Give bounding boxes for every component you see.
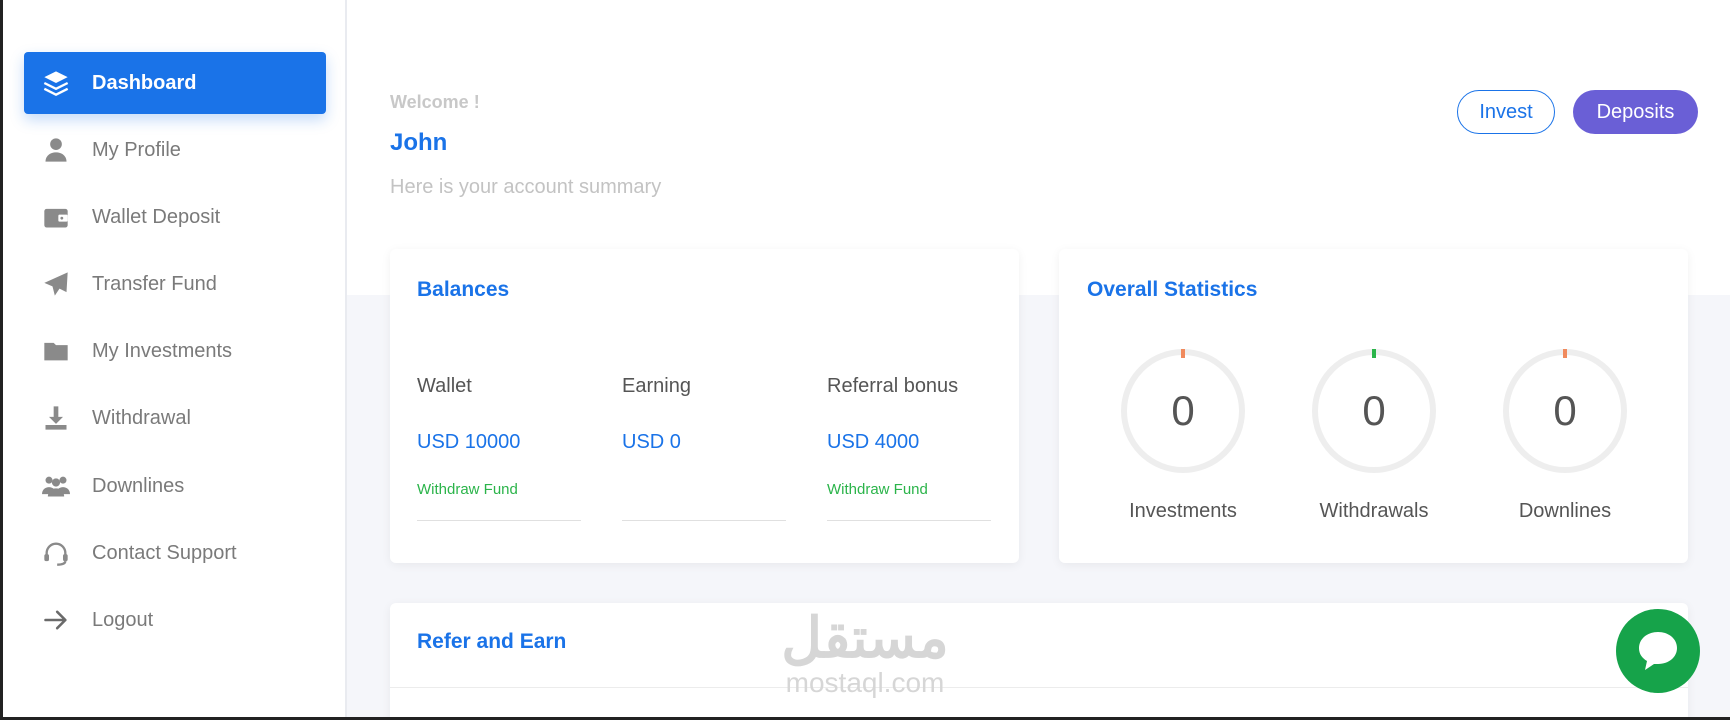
watermark-latin: mostaql.com: [785, 667, 945, 698]
divider: [417, 520, 581, 521]
withdraw-fund-link[interactable]: Withdraw Fund: [417, 481, 581, 499]
watermark-arabic: مستقل: [781, 606, 949, 669]
stat-withdrawals: 0 Withdrawals: [1289, 346, 1459, 523]
sidebar-item-label: Contact Support: [92, 541, 237, 564]
stat-label: Investments: [1129, 500, 1237, 522]
sidebar-item-contact-support[interactable]: Contact Support: [24, 522, 326, 584]
balance-wallet: Wallet USD 10000 Withdraw Fund: [417, 375, 581, 521]
sidebar-item-label: Withdrawal: [92, 406, 191, 429]
sidebar-item-downlines[interactable]: Downlines: [24, 455, 326, 517]
sidebar-item-label: Logout: [92, 608, 154, 631]
stat-label: Withdrawals: [1319, 500, 1429, 522]
sidebar: Dashboard My Profile Wallet Deposit Tran…: [3, 0, 347, 717]
sidebar-item-label: Downlines: [92, 474, 185, 497]
username: John: [390, 129, 448, 156]
sidebar-item-wallet-deposit[interactable]: Wallet Deposit: [24, 186, 326, 248]
account-summary-text: Here is your account summary: [390, 176, 662, 198]
balance-value: USD 10000: [417, 431, 521, 453]
stat-value: 0: [1553, 387, 1576, 434]
sidebar-item-label: Transfer Fund: [92, 272, 217, 295]
balances-title: Balances: [417, 278, 510, 301]
sidebar-item-my-profile[interactable]: My Profile: [24, 119, 326, 181]
stat-ring: 0: [1503, 349, 1627, 473]
divider: [827, 520, 991, 521]
sidebar-item-label: My Profile: [92, 138, 181, 161]
stat-label: Downlines: [1518, 500, 1612, 522]
stat-value: 0: [1171, 387, 1194, 434]
chat-bubble-icon: [1639, 632, 1677, 670]
stat-ring: 0: [1121, 349, 1245, 473]
divider: [622, 520, 786, 521]
stat-marker: [1563, 349, 1567, 358]
stat-value: 0: [1362, 387, 1385, 434]
watermark-logo: مستقل mostaql.com: [765, 608, 965, 698]
folder-icon: [40, 335, 72, 367]
balance-label: Wallet: [417, 375, 472, 397]
sidebar-item-transfer-fund[interactable]: Transfer Fund: [24, 253, 326, 315]
sidebar-item-withdrawal[interactable]: Withdrawal: [24, 387, 326, 449]
stat-ring: 0: [1312, 349, 1436, 473]
divider: [390, 687, 1688, 688]
refer-and-earn-card: [390, 603, 1688, 720]
paper-plane-icon: [40, 268, 72, 300]
sidebar-item-label: My Investments: [92, 339, 233, 362]
sidebar-item-label: Wallet Deposit: [92, 205, 221, 228]
wallet-icon: [40, 201, 72, 233]
sidebar-item-dashboard[interactable]: Dashboard: [24, 52, 326, 114]
balance-value: USD 4000: [827, 431, 920, 453]
refer-and-earn-title: Refer and Earn: [417, 630, 567, 653]
withdraw-fund-link: [622, 481, 786, 499]
chat-button[interactable]: [1616, 609, 1700, 693]
balance-referral-bonus: Referral bonus USD 4000 Withdraw Fund: [827, 375, 991, 521]
invest-button[interactable]: Invest: [1457, 90, 1555, 134]
download-icon: [40, 402, 72, 434]
layers-icon: [40, 67, 72, 99]
overall-statistics-title: Overall Statistics: [1087, 278, 1258, 301]
welcome-text: Welcome !: [390, 92, 480, 112]
users-icon: [40, 470, 72, 502]
balance-earning: Earning USD 0: [622, 375, 786, 521]
stat-marker: [1181, 349, 1185, 358]
stat-investments: 0 Investments: [1098, 346, 1268, 523]
headset-icon: [40, 537, 72, 569]
sidebar-item-label: Dashboard: [92, 71, 197, 94]
withdraw-fund-link[interactable]: Withdraw Fund: [827, 481, 991, 499]
sidebar-item-my-investments[interactable]: My Investments: [24, 320, 326, 382]
balance-label: Earning: [622, 375, 691, 397]
balance-label: Referral bonus: [827, 375, 959, 397]
stat-downlines: 0 Downlines: [1480, 346, 1650, 523]
sidebar-item-logout[interactable]: Logout: [24, 589, 326, 651]
user-icon: [40, 134, 72, 166]
arrow-right-icon: [40, 604, 72, 636]
stat-marker: [1372, 349, 1376, 358]
deposits-button[interactable]: Deposits: [1573, 90, 1698, 134]
balance-value: USD 0: [622, 431, 681, 453]
